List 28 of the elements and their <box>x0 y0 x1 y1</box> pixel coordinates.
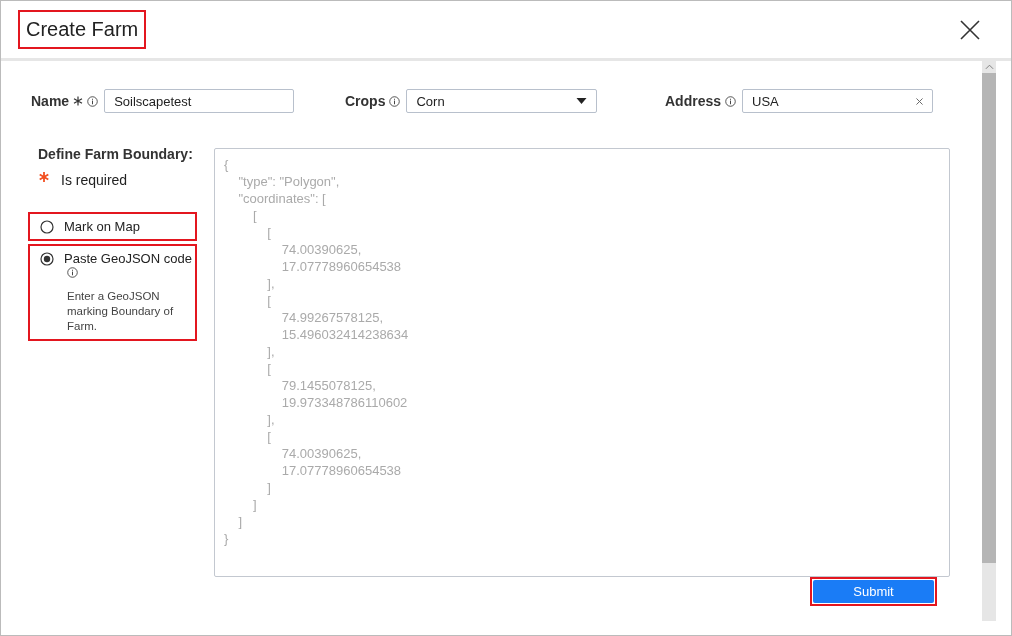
radio-button[interactable] <box>40 251 54 266</box>
info-icon[interactable] <box>725 95 737 107</box>
placeholder-text: { "type": "Polygon", "coordinates": [ [ [ 74.00390625, 17.07778960654538 ], [ 74.99267578125, 15.496032414238634 ], [ 79.1455078125, 19.973348786110602 ], [ 74.00390625, 17.07778960654538 ] ] ] } <box>223 156 410 548</box>
required-asterisk-icon <box>73 96 84 106</box>
crops-dropdown[interactable]: Corn <box>406 89 598 113</box>
caret-icon <box>576 98 588 104</box>
clear-icon[interactable] <box>916 97 924 105</box>
required-asterisk-icon <box>39 172 49 182</box>
field-label: Crops <box>345 93 386 109</box>
radio-option[interactable]: Paste GeoJSON code Enter a GeoJSON marking Boundary of Farm. <box>28 244 197 341</box>
scrollbar[interactable] <box>982 61 996 621</box>
radio-option[interactable]: Mark on Map <box>28 212 197 241</box>
dialog-title: Create Farm <box>18 10 147 49</box>
radio-label: Paste GeoJSON code <box>64 251 192 266</box>
field-label: Name <box>31 93 70 109</box>
info-icon[interactable] <box>87 95 99 107</box>
close-icon[interactable] <box>960 19 980 40</box>
radio-button[interactable] <box>40 219 54 234</box>
boundary-label: Define Farm Boundary: <box>38 146 193 162</box>
field-label: Address <box>665 93 722 109</box>
address-field[interactable]: USA <box>742 89 934 113</box>
name-field[interactable]: Soilscapetest <box>104 89 295 113</box>
submit-button[interactable]: Submit <box>813 580 934 603</box>
info-icon[interactable] <box>389 95 401 107</box>
info-icon[interactable] <box>67 267 78 278</box>
required-note: Is required <box>61 172 128 188</box>
radio-label: Mark on Map <box>64 219 140 234</box>
help-text: Enter a GeoJSON marking Boundary of Farm. <box>67 289 175 334</box>
